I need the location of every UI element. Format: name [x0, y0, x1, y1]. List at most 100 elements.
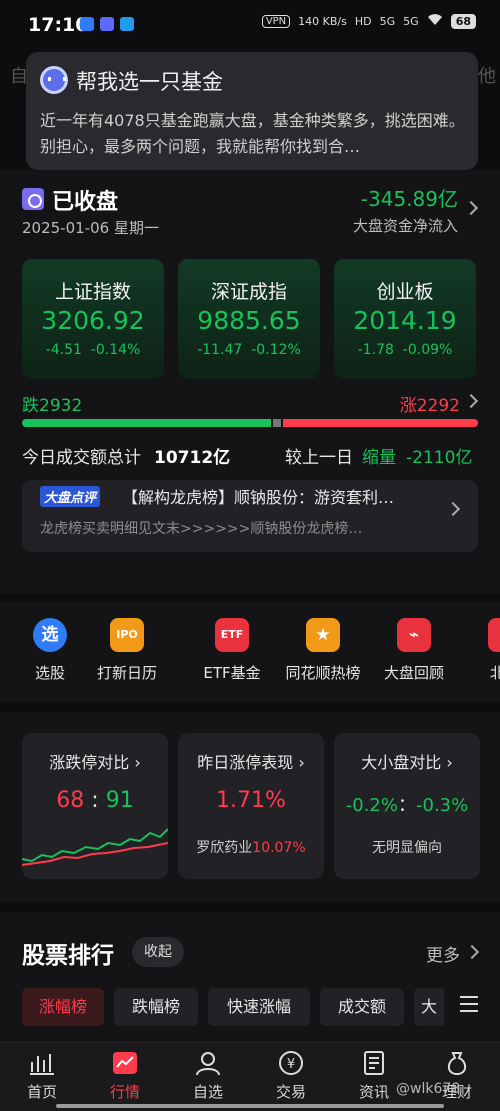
limit-up-trend-line — [22, 842, 168, 866]
battery-icon: 68 — [450, 14, 476, 29]
tab-top-losers[interactable]: 跌幅榜 — [114, 988, 198, 1026]
more-link[interactable]: 更多 — [426, 941, 460, 966]
nav-label: 首页 — [26, 1083, 57, 1101]
cap-compare-note: 无明显偏向 — [372, 840, 442, 856]
turnover-value: 10712亿 — [154, 448, 231, 468]
tab-partial[interactable]: 大 — [414, 988, 444, 1026]
index-card-chinext[interactable]: 创业板 2014.19 -1.78 -0.09% — [334, 259, 476, 379]
ranking-title: 股票排行 — [22, 943, 114, 969]
tool-label: ETF基金 — [203, 664, 261, 682]
ai-banner-title: 帮我选一只基金 — [76, 70, 223, 94]
pick-stock-icon: 选 — [33, 618, 67, 652]
ipo-calendar-icon: IPO — [110, 618, 144, 652]
market-review-icon: ⌁ — [397, 618, 431, 652]
limit-compare-card[interactable]: 涨跌停对比 › 68 : 91 — [22, 733, 168, 879]
tab-top-gainers[interactable]: 涨幅榜 — [22, 988, 104, 1026]
index-change-points: -4.51 — [45, 342, 82, 358]
stat-title: 涨跌停对比 › — [49, 753, 141, 772]
nav-market[interactable]: 行情 — [85, 1050, 165, 1102]
yesterday-limit-value: 1.71% — [216, 788, 286, 813]
rise-count: 涨2292 — [399, 396, 460, 416]
net-flow-label: 大盘资金净流入 — [352, 217, 458, 235]
news-title: 【解构龙虎榜】顺钠股份：游资套利… — [122, 488, 395, 507]
news-tag-badge: 大盘点评 — [40, 486, 101, 507]
limit-down-count: 91 — [105, 788, 134, 813]
trade-icon: ¥ — [277, 1050, 305, 1076]
nav-trade[interactable]: ¥ 交易 — [251, 1050, 331, 1102]
vpn-icon: VPN — [261, 15, 291, 28]
tab-fast-rise[interactable]: 快速涨幅 — [208, 988, 310, 1026]
watermark: @wlk678 — [396, 1081, 461, 1097]
status-indicators: VPN 140 KB/s HD 5G 5G 68 — [261, 14, 476, 29]
advance-decline-bar — [22, 419, 478, 427]
index-value: 3206.92 — [41, 306, 145, 335]
status-bar: 17:10 VPN 140 KB/s HD 5G 5G 68 — [0, 0, 500, 52]
index-name: 深证成指 — [210, 281, 287, 303]
home-icon — [28, 1050, 56, 1076]
tool-etf[interactable]: ETF ETF基金 — [187, 618, 277, 683]
index-change-points: -11.47 — [197, 342, 243, 358]
index-card-shanghai[interactable]: 上证指数 3206.92 -4.51 -0.14% — [22, 259, 164, 379]
limit-down-trend-line — [22, 828, 168, 863]
index-change: -1.78 -0.09% — [334, 342, 476, 358]
status-app-icons — [80, 17, 134, 31]
app-notification-icon — [100, 17, 114, 31]
wealth-icon — [443, 1050, 471, 1076]
tool-label: 打新日历 — [96, 664, 157, 682]
tool-label: 大盘回顾 — [383, 664, 444, 682]
ai-fund-picker-banner[interactable]: 帮我选一只基金 近一年有4078只基金跑赢大盘，基金种类繁多，挑选困难。别担心，… — [26, 52, 478, 170]
big-cap-change: -0.2% — [345, 795, 398, 816]
nav-home[interactable]: 首页 — [2, 1050, 82, 1102]
wifi-icon — [427, 14, 443, 29]
tool-label: 同花顺热榜 — [285, 664, 361, 682]
market-status: 已收盘 — [52, 190, 119, 215]
tool-partial[interactable]: 北京 — [460, 618, 500, 683]
signal-icon: 5G — [403, 15, 419, 28]
nav-label: 交易 — [275, 1083, 306, 1101]
nav-label: 行情 — [109, 1083, 140, 1101]
index-change-pct: -0.12% — [251, 342, 301, 358]
app-notification-icon — [80, 17, 94, 31]
index-change-points: -1.78 — [357, 342, 394, 358]
collapse-button[interactable]: 收起 — [132, 937, 184, 967]
flat-segment — [273, 419, 281, 427]
compare-label: 较上一日 — [285, 448, 353, 468]
index-value: 9885.65 — [197, 306, 301, 335]
menu-icon[interactable] — [460, 996, 478, 1012]
index-value: 2014.19 — [353, 306, 457, 335]
app-notification-icon — [120, 17, 134, 31]
decline-segment — [22, 419, 271, 427]
tool-hot-list[interactable]: ★ 同花顺热榜 — [278, 618, 368, 683]
signal-icon: 5G — [379, 15, 396, 28]
nav-label: 自选 — [192, 1083, 223, 1101]
trade-date: 2025-01-06 星期一 — [22, 219, 159, 237]
small-cap-change: -0.3% — [416, 795, 469, 816]
advance-segment — [283, 419, 478, 427]
market-commentary-card[interactable]: 大盘点评 【解构龙虎榜】顺钠股份：游资套利… 龙虎榜买卖明细见文末>>>>>>顺… — [22, 480, 478, 552]
index-change: -4.51 -0.14% — [22, 342, 164, 358]
home-indicator[interactable] — [56, 1104, 444, 1108]
hot-list-icon: ★ — [306, 618, 340, 652]
tool-market-review[interactable]: ⌁ 大盘回顾 — [369, 618, 459, 683]
index-change-pct: -0.09% — [402, 342, 453, 358]
stat-title: 昨日涨停表现 › — [197, 753, 305, 772]
nav-watchlist[interactable]: 自选 — [168, 1050, 248, 1102]
stat-title: 大小盘对比 › — [361, 753, 453, 772]
index-name: 创业板 — [376, 281, 434, 303]
index-card-shenzhen[interactable]: 深证成指 9885.65 -11.47 -0.12% — [178, 259, 320, 379]
cap-compare-values: -0.2%：-0.3% — [334, 791, 480, 817]
hd-icon: HD — [354, 15, 372, 28]
cap-compare-card[interactable]: 大小盘对比 › -0.2%：-0.3% 无明显偏向 — [334, 733, 480, 879]
ai-banner-text: 近一年有4078只基金跑赢大盘，基金种类繁多，挑选困难。别担心，最多两个问题，我… — [40, 111, 465, 156]
yesterday-limit-card[interactable]: 昨日涨停表现 › 1.71% 罗欣药业10.07% — [178, 733, 324, 879]
partial-icon — [488, 618, 500, 652]
news-subtitle: 龙虎榜买卖明细见文末>>>>>>顺钠股份龙虎榜… — [40, 521, 363, 537]
index-change: -11.47 -0.12% — [178, 342, 320, 358]
tab-turnover[interactable]: 成交额 — [320, 988, 404, 1026]
tool-ipo-calendar[interactable]: IPO 打新日历 — [82, 618, 172, 683]
market-closed-icon — [22, 188, 44, 210]
robot-assistant-icon — [40, 66, 68, 94]
watchlist-icon — [194, 1050, 222, 1076]
limit-up-count: 68 — [56, 788, 85, 813]
stock-pct: 10.07% — [252, 840, 306, 856]
